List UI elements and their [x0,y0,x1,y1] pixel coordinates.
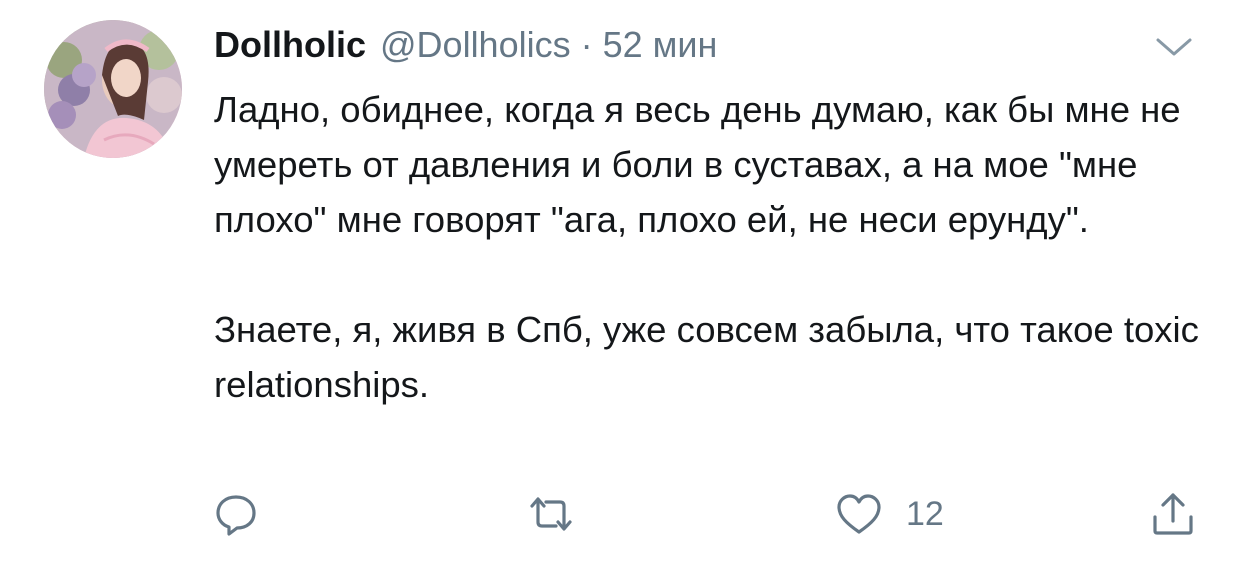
heart-icon [837,494,881,534]
tweet-actions: 12 [0,484,1242,544]
tweet-timestamp[interactable]: 52 мин [603,24,718,66]
chevron-down-icon [1156,38,1192,56]
tweet-card[interactable]: Dollholic @Dollholics · 52 мин Ладно, об… [0,0,1242,564]
reply-button[interactable] [214,484,258,544]
avatar[interactable] [44,20,182,158]
reply-icon [216,495,256,536]
tweet-paragraph: Ладно, обиднее, когда я весь день думаю,… [214,89,1181,240]
retweet-button[interactable] [526,484,576,544]
tweet-paragraph: Знаете, я, живя в Спб, уже совсем забыла… [214,309,1199,405]
separator-dot: · [580,24,593,65]
author-handle[interactable]: @Dollholics [380,24,571,66]
share-icon [1153,493,1193,535]
author-display-name[interactable]: Dollholic [214,24,366,66]
tweet-text: Ладно, обиднее, когда я весь день думаю,… [214,82,1204,412]
like-count: 12 [906,494,944,533]
tweet-menu-button[interactable] [1154,34,1194,62]
avatar-photo [44,20,182,158]
like-button[interactable]: 12 [836,484,944,544]
share-button[interactable] [1150,484,1196,544]
tweet-header: Dollholic @Dollholics · 52 мин [214,24,717,72]
retweet-icon [530,497,572,531]
